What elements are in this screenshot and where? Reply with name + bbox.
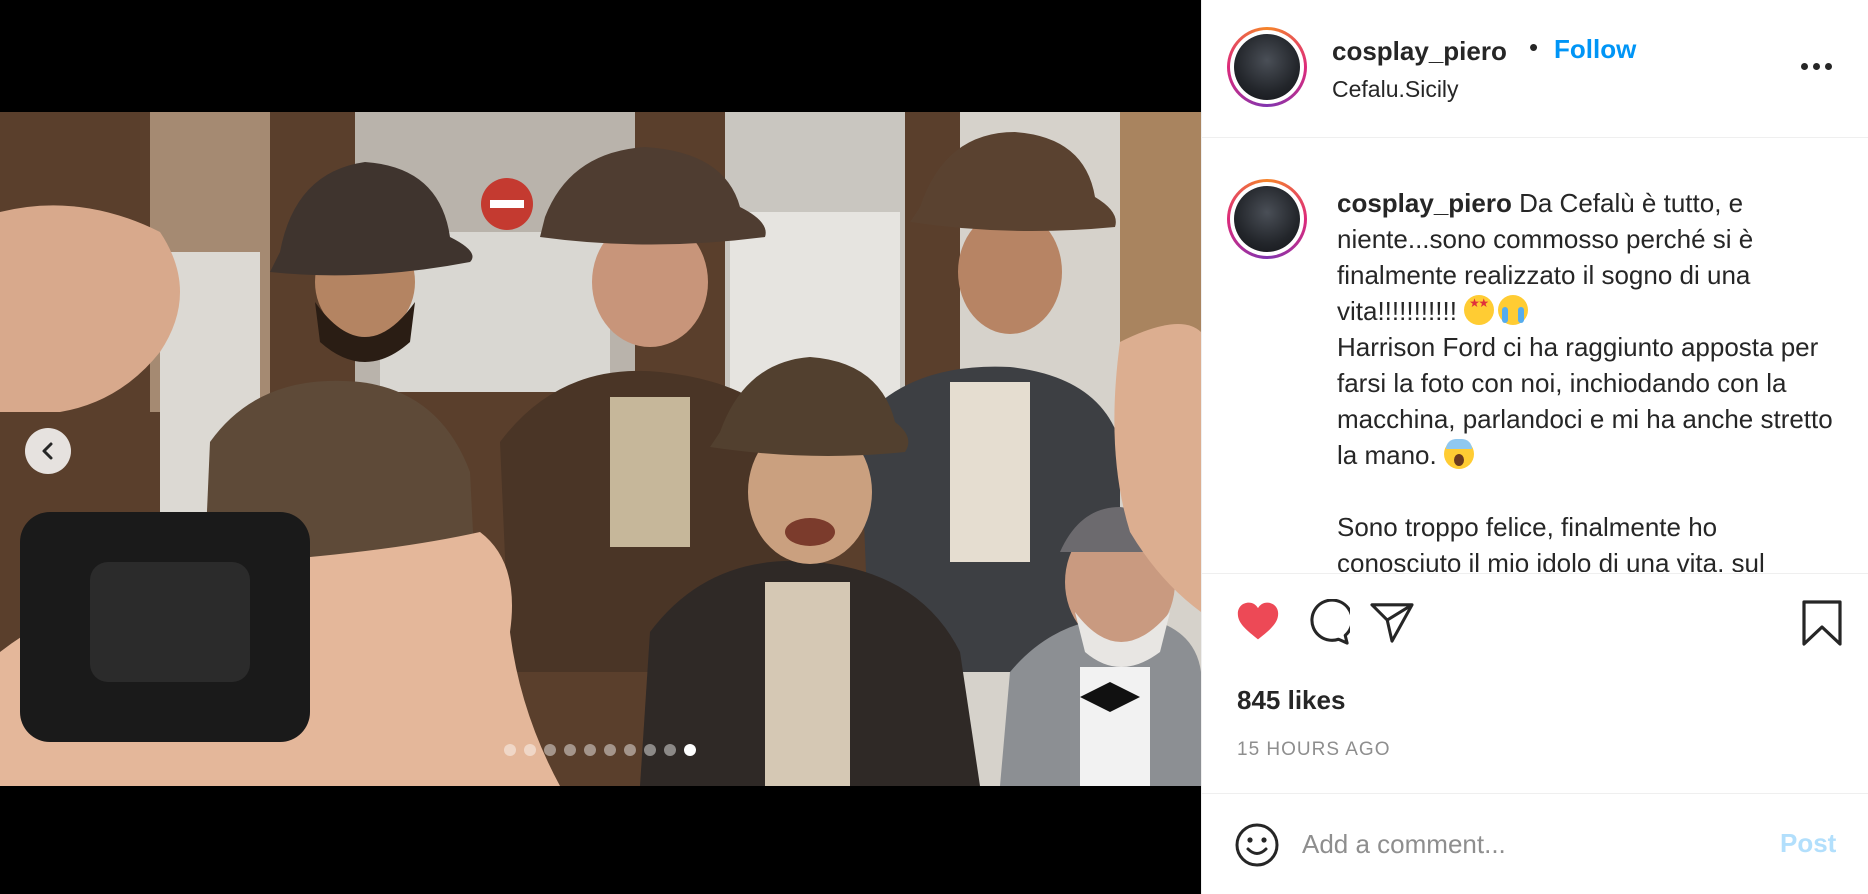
chevron-left-icon	[42, 442, 53, 460]
slide-dot	[504, 744, 516, 756]
comment-button[interactable]	[1304, 598, 1354, 645]
post-media	[0, 0, 1201, 894]
smiley-icon	[1235, 823, 1279, 867]
screaming-face-emoji-icon	[1443, 439, 1474, 469]
slide-dot	[644, 744, 656, 756]
slide-dot	[664, 744, 676, 756]
post-actions: 845 likes 15 HOURS AGO	[1202, 573, 1868, 793]
post-photo[interactable]	[0, 112, 1201, 786]
post-sidebar: cosplay_piero • Follow Cefalu.Sicily cos…	[1201, 0, 1868, 894]
caption-section: cosplay_piero Da Cefalù è tutto, e nient…	[1202, 139, 1868, 572]
slide-dot	[624, 744, 636, 756]
bookmark-icon	[1802, 600, 1842, 646]
slide-dot	[684, 744, 696, 756]
avatar[interactable]	[1227, 27, 1307, 107]
share-button[interactable]	[1369, 601, 1415, 643]
emoji-picker-button[interactable]	[1235, 823, 1279, 867]
post-header: cosplay_piero • Follow Cefalu.Sicily	[1202, 0, 1868, 138]
slide-dot	[584, 744, 596, 756]
comment-icon	[1310, 598, 1354, 645]
paper-plane-icon	[1370, 603, 1414, 643]
caption-avatar[interactable]	[1227, 179, 1307, 259]
batman-avatar-image	[1234, 186, 1300, 252]
photo-scene	[0, 112, 1201, 786]
star-struck-emoji-icon	[1464, 295, 1495, 325]
header-separator: •	[1529, 32, 1539, 62]
caption-text: cosplay_piero Da Cefalù è tutto, e nient…	[1337, 185, 1837, 572]
caption-username[interactable]: cosplay_piero	[1337, 188, 1512, 218]
caption-line-2: Harrison Ford ci ha raggiunto apposta pe…	[1337, 332, 1833, 470]
slide-indicator	[504, 744, 696, 756]
post-comment-button[interactable]: Post	[1780, 828, 1836, 859]
post-timestamp[interactable]: 15 HOURS AGO	[1237, 739, 1391, 761]
batman-avatar-image	[1234, 34, 1300, 100]
previous-slide-button[interactable]	[25, 428, 71, 474]
slide-dot	[564, 744, 576, 756]
more-options-icon[interactable]	[1801, 58, 1837, 74]
likes-count[interactable]: 845 likes	[1237, 685, 1345, 716]
post-location[interactable]: Cefalu.Sicily	[1332, 76, 1459, 103]
save-button[interactable]	[1801, 599, 1843, 647]
comment-bar: Post	[1202, 793, 1868, 894]
like-button[interactable]	[1236, 600, 1280, 642]
follow-button[interactable]: Follow	[1554, 34, 1636, 65]
slide-dot	[544, 744, 556, 756]
comment-input[interactable]	[1302, 822, 1772, 866]
post-author-username[interactable]: cosplay_piero	[1332, 36, 1507, 67]
heart-filled-icon	[1237, 602, 1279, 640]
crying-face-emoji-icon	[1498, 295, 1529, 325]
caption-line-3: Sono troppo felice, finalmente ho conosc…	[1337, 512, 1765, 572]
slide-dot	[604, 744, 616, 756]
slide-dot	[524, 744, 536, 756]
